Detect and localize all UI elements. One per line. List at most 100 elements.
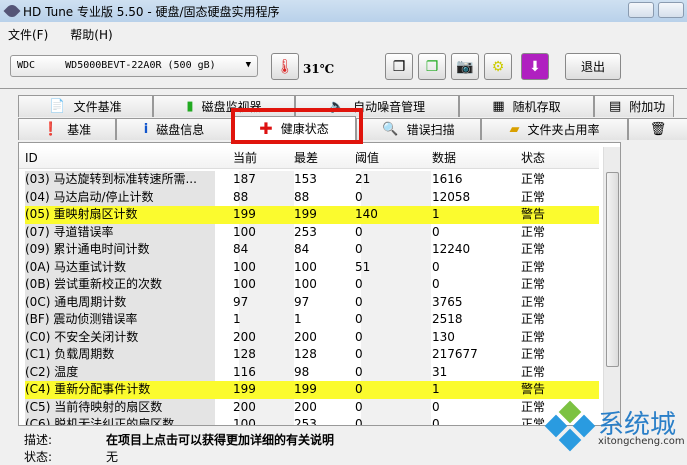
cell-status: 正常 — [521, 364, 546, 379]
table-row[interactable]: (07) 寻道错误率 100 253 0 0 正常 — [25, 223, 599, 241]
col-data[interactable]: 数据 — [432, 149, 456, 166]
tab-folder-usage[interactable]: ▰ 文件夹占用率 — [481, 118, 628, 140]
cell-id: (C0) 不安全关闭计数 — [25, 329, 139, 344]
drive-select[interactable]: WDC WD5000BEVT-22A0R (500 gB) ▼ — [10, 55, 258, 77]
table-row[interactable]: (C0) 不安全关闭计数 200 200 0 130 正常 — [25, 328, 599, 346]
cell-id: (C1) 负载周期数 — [25, 347, 115, 361]
camera-icon: 📷 — [456, 58, 474, 75]
col-threshold[interactable]: 阈值 — [355, 149, 379, 166]
cell-current: 200 — [233, 329, 256, 344]
col-current[interactable]: 当前 — [233, 149, 257, 166]
table-row[interactable]: (0A) 马达重试计数 100 100 51 0 正常 — [25, 258, 599, 276]
cell-id: (C4) 重新分配事件计数 — [25, 382, 151, 396]
table-row[interactable]: (09) 累计通电时间计数 84 84 0 12240 正常 — [25, 241, 599, 259]
file-benchmark-icon: 📄 — [49, 99, 66, 114]
copy-screenshot-button[interactable]: ❐ — [418, 53, 446, 80]
col-id[interactable]: ID — [25, 151, 38, 165]
tab-error-scan[interactable]: 🔍 错误扫描 — [356, 118, 481, 140]
cell-worst: 128 — [294, 347, 317, 361]
cell-data: 2518 — [432, 312, 463, 326]
cell-id: (04) 马达启动/停止计数 — [25, 189, 154, 204]
row-bg — [361, 223, 431, 241]
table-row[interactable]: (03) 马达旋转到标准转速所需... 187 153 21 1616 正常 — [25, 171, 599, 189]
benchmark-icon: ❗ — [42, 122, 60, 137]
cell-threshold: 0 — [355, 399, 363, 414]
menu-file[interactable]: 文件(F) — [8, 26, 48, 43]
scrollbar-thumb[interactable] — [606, 172, 619, 367]
menu-help[interactable]: 帮助(H) — [70, 26, 112, 43]
cell-worst: 1 — [294, 312, 302, 326]
row-bg — [361, 188, 431, 206]
toolbar: WDC WD5000BEVT-22A0R (500 gB) ▼ 🌡 31℃ ❐ ❐… — [0, 48, 687, 84]
cell-worst: 199 — [294, 382, 317, 396]
screenshot-button[interactable]: 📷 — [451, 53, 479, 80]
tab-benchmark[interactable]: ❗ 基准 — [18, 118, 116, 140]
tab-label: 磁盘信息 — [156, 123, 205, 137]
cell-data: 1 — [432, 382, 440, 396]
tab-disk-info[interactable]: i 磁盘信息 — [116, 118, 232, 140]
cell-worst: 100 — [294, 277, 317, 291]
cell-threshold: 0 — [355, 329, 363, 344]
vertical-scrollbar[interactable] — [603, 147, 620, 423]
table-row[interactable]: (04) 马达启动/停止计数 88 88 0 12058 正常 — [25, 188, 599, 206]
table-row[interactable]: (C5) 当前待映射的扇区数 200 200 0 0 正常 — [25, 398, 599, 416]
folder-icon: ▰ — [509, 122, 520, 137]
exit-button[interactable]: 退出 — [565, 53, 621, 80]
cell-data: 31 — [432, 364, 448, 379]
watermark: 系统城 xitongcheng.com — [540, 400, 687, 454]
table-row[interactable]: (C4) 重新分配事件计数 199 199 0 1 警告 — [25, 381, 599, 399]
row-bg — [361, 293, 431, 311]
row-bg — [361, 171, 431, 189]
cell-current: 200 — [233, 399, 256, 414]
cell-threshold: 0 — [355, 242, 363, 256]
cell-data: 0 — [432, 417, 440, 426]
table-row[interactable]: (C1) 负载周期数 128 128 0 217677 正常 — [25, 346, 599, 364]
cell-current: 100 — [233, 224, 256, 239]
tab-erase[interactable]: 🗑 — [628, 118, 687, 140]
col-status[interactable]: 状态 — [521, 149, 545, 166]
copy-text-button[interactable]: ❐ — [385, 53, 413, 80]
row-bg — [361, 311, 431, 329]
cell-current: 116 — [233, 364, 256, 379]
random-access-icon: ▦ — [492, 99, 505, 114]
cell-status: 正常 — [521, 329, 546, 344]
watermark-url: xitongcheng.com — [598, 436, 685, 447]
table-row[interactable]: (0B) 尝试重新校正的次数 100 100 0 0 正常 — [25, 276, 599, 294]
cell-worst: 84 — [294, 242, 310, 256]
row-bg — [361, 398, 431, 416]
cell-current: 100 — [233, 417, 256, 426]
col-worst[interactable]: 最差 — [294, 149, 318, 166]
table-row[interactable]: (C6) 脱机无法纠正的扇区数 100 253 0 0 正常 — [25, 416, 599, 426]
disk-monitor-icon: ▮ — [186, 99, 194, 114]
description-value: 在项目上点击可以获得更加详细的有关说明 — [106, 433, 335, 447]
cell-worst: 98 — [294, 364, 310, 379]
maximize-button[interactable] — [658, 2, 684, 18]
tab-random-access[interactable]: ▦ 随机存取 — [459, 95, 594, 117]
cell-status: 正常 — [521, 224, 546, 239]
cell-current: 199 — [233, 207, 256, 221]
cell-data: 130 — [432, 329, 455, 344]
cell-status: 正常 — [521, 277, 546, 291]
save-button[interactable]: ⬇ — [521, 53, 549, 80]
cell-status: 警告 — [521, 382, 546, 396]
options-button[interactable]: ⚙ — [484, 53, 512, 80]
table-row[interactable]: (05) 重映射扇区计数 199 199 140 1 警告 — [25, 206, 599, 224]
temperature: 31℃ — [303, 62, 335, 76]
table-row[interactable]: (0C) 通电周期计数 97 97 0 3765 正常 — [25, 293, 599, 311]
tab-file-benchmark[interactable]: 📄 文件基准 — [18, 95, 153, 117]
cell-current: 100 — [233, 277, 256, 291]
tab-label: 自动噪音管理 — [353, 100, 426, 114]
cell-threshold: 0 — [355, 224, 363, 239]
cell-id: (03) 马达旋转到标准转速所需... — [25, 172, 197, 186]
table-row[interactable]: (BF) 震动侦测错误率 1 1 0 2518 正常 — [25, 311, 599, 329]
table-header: ID 当前 最差 阈值 数据 状态 — [19, 147, 599, 169]
minimize-button[interactable] — [628, 2, 654, 18]
table-row[interactable]: (C2) 温度 116 98 0 31 正常 — [25, 363, 599, 381]
cell-data: 1616 — [432, 172, 463, 186]
menu-bar: 文件(F) 帮助(H) — [0, 24, 113, 44]
cell-id: (BF) 震动侦测错误率 — [25, 312, 138, 326]
tab-extra-tests[interactable]: ▤ 附加功 — [594, 95, 674, 117]
row-bg — [361, 346, 431, 364]
row-bg — [361, 416, 431, 425]
cell-threshold: 0 — [355, 189, 363, 204]
